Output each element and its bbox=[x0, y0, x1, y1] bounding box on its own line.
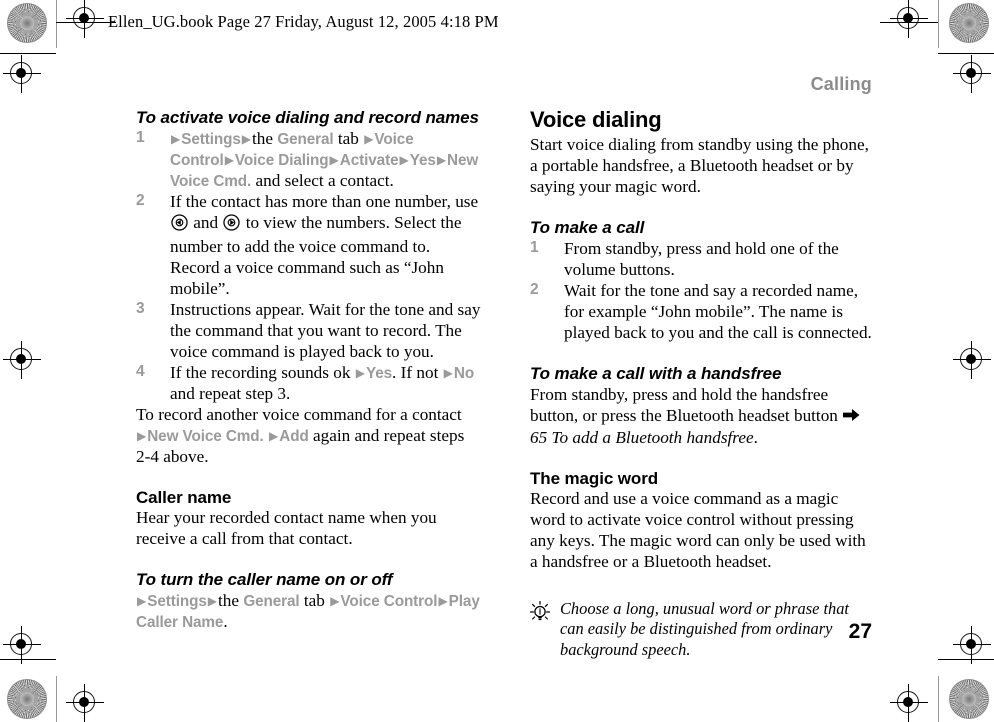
rosette-mark-top-right bbox=[949, 3, 989, 43]
registration-mark-bottom-center-right bbox=[890, 684, 928, 722]
registration-mark-right-middle bbox=[953, 341, 991, 379]
step-text: If the contact has more than one number,… bbox=[170, 192, 479, 298]
step-text: Instructions appear. Wait for the tone a… bbox=[170, 299, 481, 361]
menu-arrow-icon: ▶ bbox=[443, 365, 453, 380]
menu-arrow-icon: ▶ bbox=[241, 132, 252, 147]
menu-term: No bbox=[453, 364, 475, 382]
registration-mark-left-upper bbox=[3, 55, 41, 93]
navigation-key-left-icon bbox=[171, 214, 188, 237]
menu-arrow-icon: ▶ bbox=[137, 428, 147, 443]
menu-arrow-icon: ▶ bbox=[329, 153, 339, 168]
section-heading-magic-word: The magic word bbox=[530, 468, 659, 488]
print-slug: Ellen_UG.book Page 27 Friday, August 12,… bbox=[108, 12, 499, 31]
tip-block: Choose a long, unusual word or phrase th… bbox=[530, 599, 875, 660]
trim-line-right-top bbox=[938, 0, 939, 48]
crop-line-top-right-outer bbox=[938, 53, 994, 55]
menu-term: Settings bbox=[181, 131, 241, 149]
rosette-mark-bottom-right bbox=[949, 679, 989, 719]
menu-term: New Voice Cmd. bbox=[147, 427, 264, 445]
manual-page: Ellen_UG.book Page 27 Friday, August 12,… bbox=[0, 0, 994, 722]
registration-mark-top-center-right bbox=[890, 0, 928, 38]
menu-arrow-icon: ▶ bbox=[436, 153, 447, 168]
menu-arrow-icon: ▶ bbox=[355, 365, 365, 380]
section-body-magic-word: Record and use a voice command as a magi… bbox=[530, 489, 866, 572]
procedure-heading-handsfree-call: To make a call with a handsfree bbox=[530, 363, 782, 383]
procedure-step: 1 ▶Settings▶the General tab ▶Voice Contro… bbox=[136, 129, 481, 192]
step-text: If the recording sounds ok ▶Yes. If not … bbox=[170, 362, 475, 403]
procedure-step: 2 Wait for the tone and say a recorded na… bbox=[530, 281, 875, 344]
section-heading-voice-dialing: Voice dialing bbox=[530, 107, 662, 132]
steps-make-a-call: 1 From standby, press and hold one of the… bbox=[530, 239, 875, 344]
step-number: 4 bbox=[136, 362, 145, 380]
menu-term: Yes bbox=[365, 364, 393, 382]
menu-term: Add bbox=[279, 427, 309, 445]
crop-line-top-left-outer bbox=[0, 53, 56, 55]
menu-arrow-icon: ▶ bbox=[399, 153, 409, 168]
navigation-key-right-icon bbox=[223, 214, 241, 237]
step-number: 2 bbox=[136, 192, 145, 209]
menu-term: General bbox=[277, 131, 334, 149]
lightbulb-icon bbox=[530, 600, 550, 628]
crop-line-top-left bbox=[56, 22, 116, 24]
tip-text: Choose a long, unusual word or phrase th… bbox=[560, 599, 849, 659]
trim-line-left-bottom bbox=[56, 676, 57, 722]
menu-arrow-icon: ▶ bbox=[330, 594, 340, 609]
procedure-step: 2 If the contact has more than one number… bbox=[136, 192, 481, 300]
cross-reference-text: 65 To add a Bluetooth handsfree bbox=[530, 427, 754, 447]
running-head: Calling bbox=[810, 74, 872, 94]
right-column: Voice dialing Start voice dialing from s… bbox=[530, 107, 875, 660]
crop-line-bottom-center-left bbox=[66, 702, 67, 704]
step-number: 1 bbox=[530, 238, 539, 256]
step-number: 3 bbox=[136, 299, 145, 317]
procedure-body-caller-name-toggle: ▶Settings▶the General tab ▶Voice Control… bbox=[136, 591, 480, 632]
procedure-heading-make-a-call: To make a call bbox=[530, 217, 645, 237]
rosette-mark-top-left bbox=[7, 3, 47, 43]
step-number: 1 bbox=[136, 129, 145, 147]
menu-arrow-icon: ▶ bbox=[137, 594, 147, 609]
menu-term: Yes bbox=[409, 152, 436, 170]
menu-term: General bbox=[243, 593, 300, 611]
menu-arrow-icon: ▶ bbox=[171, 132, 181, 147]
procedure-step: 1 From standby, press and hold one of the… bbox=[530, 239, 875, 281]
procedure-heading-activate-voice-dialing: To activate voice dialing and record nam… bbox=[136, 108, 479, 127]
menu-arrow-icon: ▶ bbox=[224, 153, 234, 168]
step-number: 2 bbox=[530, 280, 539, 298]
closing-paragraph-record-another: To record another voice command for a co… bbox=[136, 404, 465, 466]
crop-line-bottom-right bbox=[938, 659, 994, 661]
section-heading-caller-name: Caller name bbox=[136, 487, 232, 507]
menu-term: Activate bbox=[339, 152, 399, 170]
section-body-voice-dialing: Start voice dialing from standby using t… bbox=[530, 134, 869, 196]
trim-line-right-bottom bbox=[938, 676, 939, 722]
procedure-body-handsfree-call: From standby, press and hold the handsfr… bbox=[530, 385, 875, 449]
menu-arrow-icon: ▶ bbox=[438, 594, 448, 609]
rosette-mark-bottom-left bbox=[7, 679, 47, 719]
menu-term: Voice Dialing bbox=[234, 152, 329, 170]
registration-mark-right-upper bbox=[953, 55, 991, 93]
cross-reference-arrow-icon bbox=[843, 407, 860, 428]
menu-arrow-icon: ▶ bbox=[269, 428, 279, 443]
menu-arrow-icon: ▶ bbox=[207, 594, 218, 609]
registration-mark-top-center-left bbox=[66, 0, 104, 38]
procedure-step: 4 If the recording sounds ok ▶Yes. If not… bbox=[136, 363, 481, 405]
step-text: ▶Settings▶the General tab ▶Voice Control… bbox=[170, 129, 479, 191]
left-column: To activate voice dialing and record nam… bbox=[136, 108, 481, 633]
procedure-step: 3 Instructions appear. Wait for the tone … bbox=[136, 300, 481, 363]
crop-line-bottom-left bbox=[0, 659, 56, 661]
registration-mark-left-middle bbox=[3, 341, 41, 379]
procedure-heading-caller-name-toggle: To turn the caller name on or off bbox=[136, 570, 393, 590]
section-body-caller-name: Hear your recorded contact name when you… bbox=[136, 508, 437, 549]
trim-line-left-top bbox=[56, 0, 57, 48]
menu-term: Settings bbox=[147, 593, 207, 611]
menu-arrow-icon: ▶ bbox=[364, 132, 374, 147]
step-text: Wait for the tone and say a recorded nam… bbox=[564, 280, 872, 342]
menu-term: Voice Control bbox=[340, 593, 438, 611]
crop-line-top-right bbox=[880, 22, 938, 24]
steps-activate-voice-dialing: 1 ▶Settings▶the General tab ▶Voice Contro… bbox=[136, 129, 481, 405]
registration-mark-bottom-center-left bbox=[66, 684, 104, 722]
step-text: From standby, press and hold one of the … bbox=[564, 238, 839, 279]
